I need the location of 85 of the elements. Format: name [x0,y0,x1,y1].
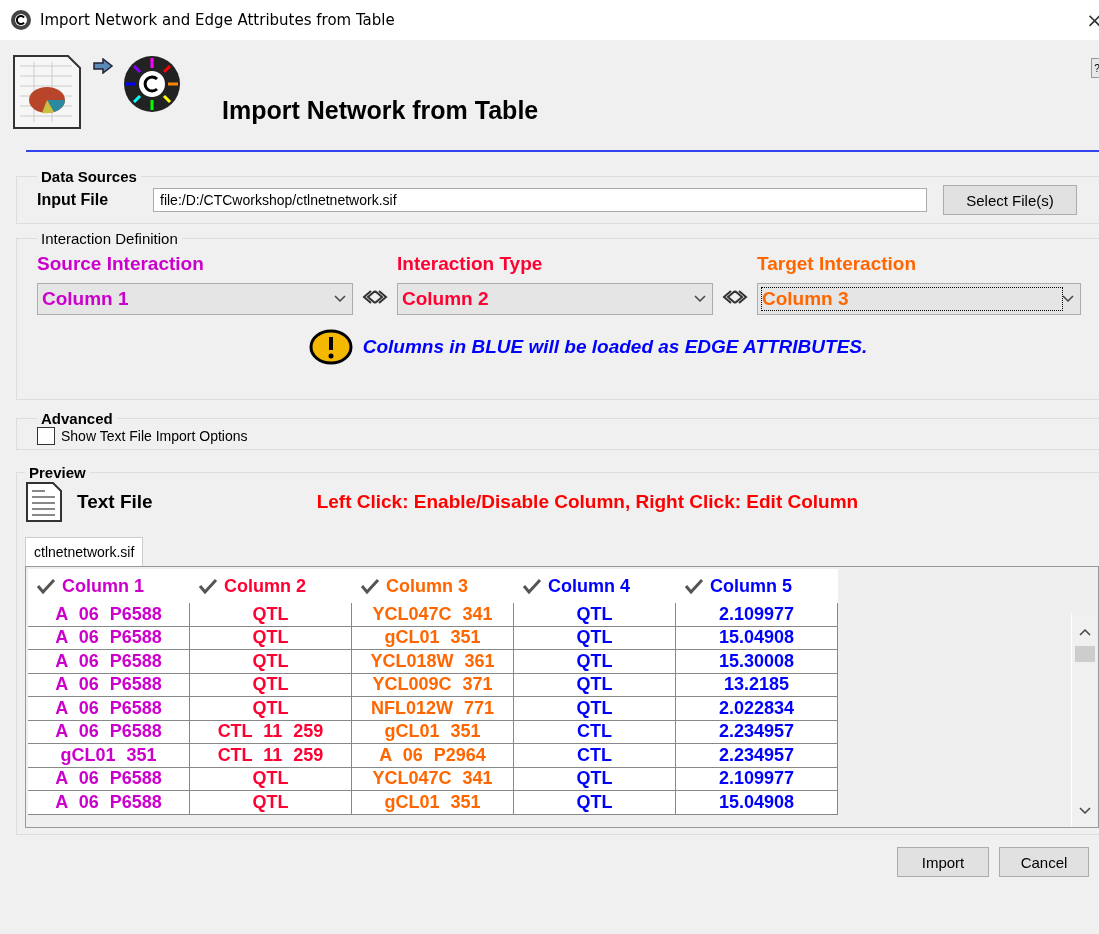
selector-label: Target Interaction [757,253,918,275]
table-cell: A 06 P6588 [28,603,190,627]
scroll-thumb[interactable] [1075,646,1095,662]
preview-file-label: Text File [77,491,153,513]
table-cell: 2.109977 [676,767,838,791]
table-cell: gCL01 351 [352,791,514,815]
app-logo-icon [10,9,32,31]
table-cell: QTL [190,603,352,627]
select-files-button[interactable]: Select File(s) [943,185,1077,215]
column-hint: Left Click: Enable/Disable Column, Right Click: Edit Column [316,491,859,513]
table-cell: A 06 P6588 [28,720,190,744]
table-cell: A 06 P6588 [28,767,190,791]
table-cell: YCL009C 371 [352,673,514,697]
cancel-button[interactable]: Cancel [999,847,1089,877]
help-button[interactable]: ? [1091,58,1099,78]
check-icon [684,578,704,594]
table-cell: QTL [190,791,352,815]
table-cell: 2.109977 [676,603,838,627]
chevron-down-icon[interactable] [1062,295,1074,303]
table-cell: A 06 P2964 [352,744,514,768]
table-cell: CTL 11 259 [190,744,352,768]
table-cell: CTL [514,720,676,744]
warning-icon [308,329,353,365]
column-dropdown[interactable]: Column 1 [37,283,353,315]
table-cell: 2.234957 [676,744,838,768]
check-icon [522,578,542,594]
scroll-up-icon[interactable] [1079,628,1091,636]
table-cell: YCL047C 341 [352,603,514,627]
selector-label: Interaction Type [397,253,544,275]
table-cell: gCL01 351 [352,626,514,650]
table-cell: 15.30008 [676,650,838,674]
table-cell: QTL [514,697,676,721]
text-import-options-checkbox[interactable]: Show Text File Import Options [37,427,1079,445]
selector-label: Source Interaction [37,253,205,275]
table-cell: QTL [514,603,676,627]
table-cell: 15.04908 [676,626,838,650]
table-cell: QTL [190,650,352,674]
dialog-heading: Import Network from Table [222,96,539,125]
table-cell: QTL [514,626,676,650]
table-cell: A 06 P6588 [28,791,190,815]
table-cell: YCL018W 361 [352,650,514,674]
cytoscape-logo-icon [122,54,182,114]
window-title: Import Network and Edge Attributes from Table [40,11,396,29]
table-cell: QTL [514,673,676,697]
table-cell: CTL [514,744,676,768]
arrow-icon [92,58,114,74]
spreadsheet-icon [12,54,82,130]
group-title: Advanced [40,410,114,427]
table-cell: QTL [190,673,352,697]
table-cell: A 06 P6588 [28,673,190,697]
group-title: Preview [28,464,87,481]
document-icon [25,481,63,523]
group-title: Data Sources [40,168,138,185]
group-title: Interaction Definition [40,230,179,247]
table-cell: 2.022834 [676,697,838,721]
table-cell: 15.04908 [676,791,838,815]
table-cell: QTL [514,791,676,815]
table-cell: gCL01 351 [28,744,190,768]
check-icon [198,578,218,594]
edge-attributes-note: Columns in BLUE will be loaded as EDGE ATTRIBUTES. [362,336,868,358]
chevron-down-icon[interactable] [694,295,706,303]
file-tab[interactable]: ctlnetnetwork.sif [25,537,144,566]
check-icon [36,578,56,594]
input-file-field[interactable]: file:/D:/CTCworkshop/ctlnetnetwork.sif [153,188,927,212]
table-cell: A 06 P6588 [28,650,190,674]
table-cell: QTL [190,767,352,791]
table-cell: A 06 P6588 [28,626,190,650]
table-cell: CTL 11 259 [190,720,352,744]
table-cell: QTL [190,697,352,721]
swap-icon [721,289,749,305]
swap-icon [361,289,389,305]
table-cell: 13.2185 [676,673,838,697]
scroll-down-icon[interactable] [1079,807,1091,815]
table-cell: gCL01 351 [352,720,514,744]
table-cell: YCL047C 341 [352,767,514,791]
check-icon [360,578,380,594]
table-cell: QTL [514,650,676,674]
table-cell: A 06 P6588 [28,697,190,721]
table-cell: QTL [514,767,676,791]
field-label: Input File [37,191,110,209]
table-cell: NFL012W 771 [352,697,514,721]
chevron-down-icon[interactable] [334,295,346,303]
table-cell: 2.234957 [676,720,838,744]
table-cell: QTL [190,626,352,650]
import-button[interactable]: Import [897,847,989,877]
